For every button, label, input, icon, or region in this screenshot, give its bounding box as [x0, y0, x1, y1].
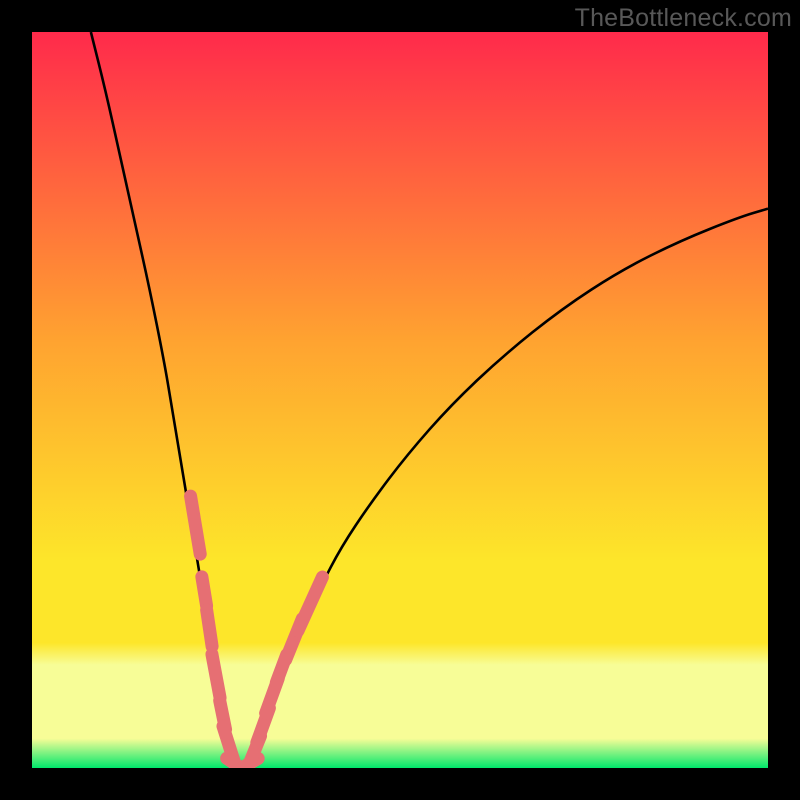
chart-svg: [32, 32, 768, 768]
marker-blob: [212, 654, 220, 697]
gradient-background: [32, 32, 768, 768]
plot-area: [32, 32, 768, 768]
chart-frame: TheBottleneck.com: [0, 0, 800, 800]
watermark-text: TheBottleneck.com: [575, 4, 792, 33]
marker-blob: [207, 610, 212, 646]
marker-blob: [202, 577, 207, 606]
